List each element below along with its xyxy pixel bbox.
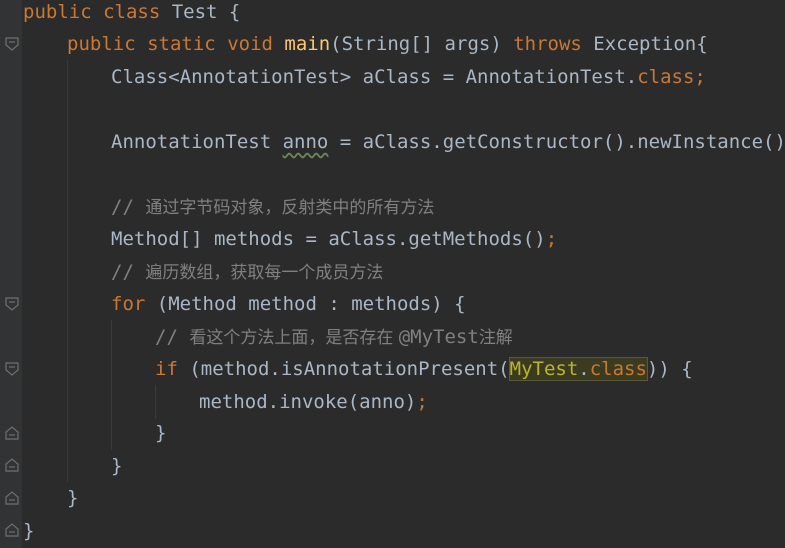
indent-guide bbox=[67, 60, 68, 482]
code-line[interactable]: Method[] methods = aClass.getMethods(); bbox=[111, 223, 557, 255]
code-line[interactable]: } bbox=[23, 515, 34, 547]
comment-annotation-ref: @MyTest bbox=[398, 326, 479, 348]
annotation-name: MyTest bbox=[509, 358, 579, 380]
highlighted-annotation-reference[interactable]: MyTest.class bbox=[508, 357, 648, 381]
code-text: = aClass.getConstructor().newInstance() bbox=[328, 131, 785, 153]
unused-variable-warning[interactable]: anno bbox=[283, 131, 329, 153]
code-text: Test { bbox=[160, 1, 241, 23]
comment-slash: // bbox=[111, 261, 146, 283]
code-line[interactable]: for (Method method : methods) { bbox=[111, 288, 466, 320]
fold-open-icon[interactable] bbox=[5, 37, 19, 51]
semicolon: ; bbox=[545, 228, 558, 250]
semicolon: ; bbox=[694, 66, 706, 88]
indent-guide bbox=[111, 320, 112, 450]
code-text: (String[] args) bbox=[330, 33, 514, 55]
comment-slash: // bbox=[111, 196, 146, 218]
comment-slash: // bbox=[155, 326, 190, 348]
code-line[interactable]: } bbox=[111, 450, 122, 482]
code-text: Method[] methods = aClass.getMethods() bbox=[111, 228, 546, 250]
code-line[interactable]: if (method.isAnnotationPresent(MyTest.cl… bbox=[155, 353, 693, 385]
comment-line[interactable]: // 遍历数组，获取每一个成员方法 bbox=[111, 256, 383, 288]
keyword: public bbox=[67, 33, 136, 55]
code-line[interactable]: public static void main(String[] args) t… bbox=[67, 28, 708, 60]
code-text: AnnotationTest bbox=[111, 131, 283, 153]
keyword: class bbox=[637, 66, 695, 88]
keyword: public bbox=[23, 1, 92, 23]
comment-text: 看这个方法上面，是否存在 bbox=[189, 328, 399, 348]
fold-close-icon[interactable] bbox=[5, 426, 19, 440]
code-text: )) { bbox=[646, 358, 693, 380]
code-line[interactable]: method.invoke(anno); bbox=[199, 386, 428, 418]
closing-brace: } bbox=[111, 455, 123, 477]
code-text: (Method method : methods) { bbox=[145, 293, 466, 315]
code-line[interactable]: public class Test { bbox=[23, 0, 240, 28]
code-line[interactable]: } bbox=[67, 482, 78, 514]
fold-close-icon[interactable] bbox=[5, 458, 19, 472]
semicolon: ; bbox=[416, 391, 428, 413]
fold-open-icon[interactable] bbox=[5, 362, 19, 376]
code-text: Class<AnnotationTest> aClass = Annotatio… bbox=[111, 66, 638, 88]
code-text: Exception{ bbox=[581, 33, 708, 55]
code-text: method.invoke(anno) bbox=[199, 391, 417, 413]
keyword: for bbox=[111, 293, 146, 315]
code-line[interactable]: } bbox=[155, 417, 166, 449]
keyword: class bbox=[589, 358, 647, 380]
code-dot: . bbox=[578, 358, 590, 380]
keyword: class bbox=[103, 1, 161, 23]
comment-text: 遍历数组，获取每一个成员方法 bbox=[145, 263, 384, 283]
comment-line[interactable]: // 看这个方法上面，是否存在 @MyTest注解 bbox=[155, 321, 513, 353]
comment-line[interactable]: // 通过字节码对象，反射类中的所有方法 bbox=[111, 191, 434, 223]
keyword: static bbox=[147, 33, 216, 55]
keyword: if bbox=[155, 358, 178, 380]
comment-text: 注解 bbox=[478, 328, 513, 348]
fold-close-icon[interactable] bbox=[5, 523, 19, 537]
code-line[interactable]: Class<AnnotationTest> aClass = Annotatio… bbox=[111, 61, 706, 93]
code-line[interactable]: AnnotationTest anno = aClass.getConstruc… bbox=[111, 126, 785, 158]
fold-open-icon[interactable] bbox=[5, 297, 19, 311]
closing-brace: } bbox=[155, 422, 167, 444]
closing-brace: } bbox=[23, 520, 35, 542]
code-text: (method.isAnnotationPresent( bbox=[177, 358, 510, 380]
keyword: throws bbox=[513, 33, 582, 55]
indent-guide bbox=[155, 385, 156, 419]
comment-text: 通过字节码对象，反射类中的所有方法 bbox=[145, 198, 435, 218]
method-name: main bbox=[284, 33, 331, 55]
fold-close-icon[interactable] bbox=[5, 491, 19, 505]
keyword: void bbox=[227, 33, 273, 55]
closing-brace: } bbox=[67, 487, 79, 509]
